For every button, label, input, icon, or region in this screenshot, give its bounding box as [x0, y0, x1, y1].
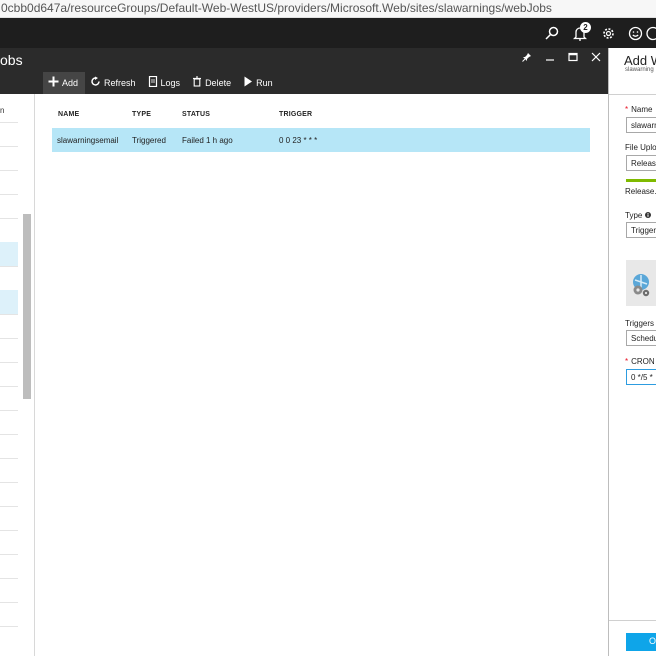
left-list-item[interactable]: [0, 506, 18, 507]
left-list-item[interactable]: [0, 362, 18, 363]
minimize-icon[interactable]: [541, 50, 559, 65]
left-list-item[interactable]: [0, 578, 18, 579]
left-list-item[interactable]: [0, 170, 18, 171]
delete-label: Delete: [205, 78, 232, 88]
cron-expression-input[interactable]: 0 */5 *: [626, 369, 656, 385]
col-header-name[interactable]: NAME: [58, 111, 79, 118]
maximize-icon[interactable]: [564, 50, 582, 65]
add-webjob-blade: Add W slawarning *Name slawarn File Uplo…: [608, 48, 656, 656]
left-list-item-selected[interactable]: [0, 242, 18, 266]
pin-icon[interactable]: [518, 50, 536, 65]
webjob-gear-tile: [626, 260, 656, 306]
name-field[interactable]: slawarn: [626, 117, 656, 133]
left-list-item[interactable]: [0, 482, 18, 483]
add-webjob-title: Add W: [624, 53, 656, 68]
cell-name: slawarningsemail: [57, 136, 119, 145]
triggers-label: Triggers: [625, 319, 655, 328]
add-label: Add: [62, 78, 79, 88]
plus-icon: [48, 76, 59, 90]
col-header-type[interactable]: TYPE: [132, 111, 151, 118]
notification-badge: 2: [580, 22, 591, 33]
footer-divider: [609, 620, 656, 621]
add-button[interactable]: Add: [43, 72, 86, 94]
left-list-item[interactable]: [0, 266, 18, 267]
col-header-status[interactable]: STATUS: [182, 111, 210, 118]
cell-trigger: 0 0 23 * * *: [279, 136, 318, 145]
left-list-item[interactable]: [0, 146, 18, 147]
refresh-button[interactable]: Refresh: [85, 72, 143, 94]
file-upload-label: File Uplo: [625, 143, 656, 152]
left-list-item[interactable]: [0, 410, 18, 411]
left-partial-text: n: [0, 106, 5, 115]
address-bar[interactable]: 0cbb0d647a/resourceGroups/Default-Web-We…: [0, 0, 656, 18]
blade-title: obs: [0, 52, 23, 68]
left-list-item[interactable]: [0, 386, 18, 387]
left-list-item[interactable]: [0, 626, 18, 627]
webjob-gears-icon: [633, 274, 650, 297]
ok-button[interactable]: O: [626, 633, 656, 651]
type-select[interactable]: Trigger: [626, 222, 656, 238]
cell-status: Failed 1 h ago: [182, 136, 233, 145]
col-header-trigger[interactable]: TRIGGER: [279, 111, 312, 118]
uploaded-file-name: Release.z: [625, 187, 656, 196]
logs-button[interactable]: Logs: [143, 72, 188, 94]
required-asterisk: *: [625, 105, 629, 114]
run-button[interactable]: Run: [238, 72, 280, 94]
left-list-item[interactable]: [0, 194, 18, 195]
left-list-item[interactable]: [0, 338, 18, 339]
address-text: 0cbb0d647a/resourceGroups/Default-Web-We…: [1, 1, 552, 15]
refresh-icon: [90, 76, 101, 90]
upload-progress-bar: [626, 179, 656, 182]
required-asterisk: *: [625, 357, 629, 366]
left-resource-blade: n: [0, 94, 35, 656]
gear-icon[interactable]: [594, 18, 622, 48]
logs-label: Logs: [160, 78, 181, 88]
header-divider: [609, 94, 656, 95]
add-webjob-subtitle: slawarning: [625, 67, 654, 73]
cron-label: * CRON: [625, 357, 655, 366]
run-label: Run: [256, 78, 273, 88]
smiley-icon[interactable]: [621, 18, 649, 48]
left-list-item[interactable]: [0, 554, 18, 555]
triggers-select[interactable]: Schedu: [626, 330, 656, 346]
play-icon: [243, 76, 253, 90]
document-icon: [148, 75, 158, 90]
type-label: Type: [625, 211, 651, 220]
left-list-item[interactable]: [0, 530, 18, 531]
left-list-item[interactable]: [0, 434, 18, 435]
left-list-item[interactable]: [0, 314, 18, 315]
left-list-item[interactable]: [0, 218, 18, 219]
table-row[interactable]: slawarningsemail Triggered Failed 1 h ag…: [52, 128, 590, 152]
file-upload-field[interactable]: Release: [626, 155, 656, 171]
refresh-label: Refresh: [104, 78, 136, 88]
left-list-item[interactable]: [0, 458, 18, 459]
bell-icon[interactable]: [566, 18, 594, 48]
close-icon[interactable]: [587, 50, 605, 65]
search-icon[interactable]: [538, 18, 566, 48]
name-label: * Name: [625, 105, 653, 114]
left-scrollbar[interactable]: [23, 214, 31, 399]
left-list-item[interactable]: [0, 122, 18, 123]
info-icon: [644, 211, 651, 220]
trash-icon: [192, 76, 202, 90]
left-list-item-selected[interactable]: [0, 290, 18, 314]
help-icon[interactable]: [646, 18, 656, 48]
left-list-item[interactable]: [0, 602, 18, 603]
delete-button[interactable]: Delete: [187, 72, 238, 94]
command-bar: Add Refresh Logs Delete Run: [43, 72, 280, 94]
portal-topbar: 2: [0, 18, 656, 48]
webjobs-blade-header: obs Add Refresh Logs Delete Run: [0, 48, 608, 94]
webjobs-list: NAME TYPE STATUS TRIGGER slawarningsemai…: [36, 94, 608, 656]
cell-type: Triggered: [132, 136, 166, 145]
